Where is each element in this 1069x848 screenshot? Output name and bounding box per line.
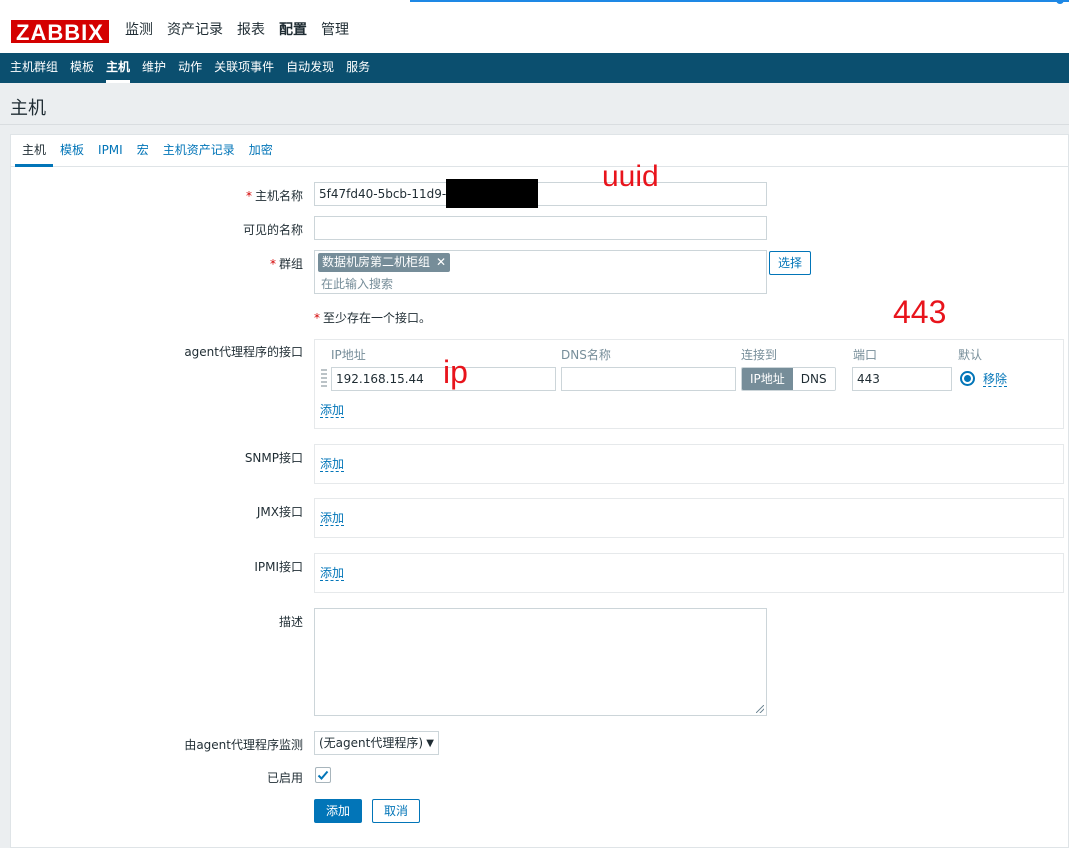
subnav-services[interactable]: 服务 [340,53,376,83]
agent-interface-label: agent代理程序的接口 [184,345,303,359]
required-marker: * [314,311,320,325]
description-label: 描述 [278,615,303,629]
groups-multiselect[interactable]: 数据机房第二机柜组 ✕ 在此输入搜索 [314,250,767,294]
default-interface-radio[interactable] [960,371,975,386]
enabled-label: 已启用 [266,771,303,785]
visible-name-label: 可见的名称 [242,223,303,237]
add-snmp-interface-link[interactable]: 添加 [320,457,345,472]
add-button[interactable]: 添加 [314,799,362,823]
remove-chip-icon[interactable]: ✕ [436,255,446,269]
groups-search-placeholder[interactable]: 在此输入搜索 [321,275,393,292]
browser-address-underline [410,0,1069,2]
tab-macros[interactable]: 宏 [130,135,156,166]
annotation-port: 443 [893,294,947,330]
tab-templates[interactable]: 模板 [53,135,91,166]
col-default-header: 默认 [958,348,983,362]
host-name-input[interactable]: 5f47fd40-5bcb-11d9-a905 [314,182,767,206]
required-marker: * [269,257,276,271]
visible-name-input[interactable] [314,216,767,240]
main-menu-monitoring[interactable]: 监测 [118,6,160,53]
remove-interface-link[interactable]: 移除 [983,372,1008,387]
title-divider [0,124,1069,125]
add-jmx-interface-link[interactable]: 添加 [320,511,345,526]
tab-ipmi[interactable]: IPMI [91,135,130,166]
enabled-checkbox[interactable] [315,767,331,783]
connect-to-toggle: IP地址 DNS [741,367,836,391]
interface-port-input[interactable]: 443 [852,367,952,391]
main-menu-configuration[interactable]: 配置 [272,6,314,53]
redaction-box [446,179,538,208]
connect-ip-option[interactable]: IP地址 [742,368,793,390]
proxy-select[interactable]: (无agent代理程序) ▼ [314,731,439,755]
checkmark-icon [317,770,329,780]
tab-host[interactable]: 主机 [15,135,54,167]
subnav-hosts[interactable]: 主机 [100,53,136,83]
group-chip: 数据机房第二机柜组 ✕ [318,253,451,272]
proxy-label: 由agent代理程序监测 [184,738,303,752]
zabbix-logo[interactable]: ZABBIX [10,19,110,45]
connect-dns-option[interactable]: DNS [792,368,835,390]
tab-inventory[interactable]: 主机资产记录 [156,135,242,166]
agent-interface-panel: IP地址 DNS名称 连接到 端口 默认 192.168.15.44 IP地址 … [314,339,1064,429]
interface-dns-input[interactable] [561,367,736,391]
sub-navigation: 主机群组 模板 主机 维护 动作 关联项事件 自动发现 服务 [0,53,1069,83]
main-menu-administration[interactable]: 管理 [314,6,356,53]
col-dns-header: DNS名称 [561,348,611,362]
host-name-label: * 主机名称 [245,189,303,203]
add-agent-interface-link[interactable]: 添加 [320,403,345,418]
main-menu: 监测 资产记录 报表 配置 管理 [118,6,356,53]
required-marker: * [245,189,252,203]
main-menu-reports[interactable]: 报表 [230,6,272,53]
ipmi-interface-label: IPMI接口 [254,560,303,574]
col-ip-header: IP地址 [331,348,366,362]
subnav-host-groups[interactable]: 主机群组 [4,53,64,83]
subnav-maintenance[interactable]: 维护 [136,53,172,83]
groups-label: * 群组 [269,257,303,271]
tab-encryption[interactable]: 加密 [242,135,280,166]
subnav-correlation[interactable]: 关联项事件 [208,53,280,83]
col-connect-header: 连接到 [741,348,778,362]
interface-required-note: * 至少存在一个接口。 [314,311,432,325]
col-port-header: 端口 [853,348,878,362]
snmp-interface-panel: 添加 [314,444,1064,484]
jmx-interface-label: JMX接口 [256,505,303,519]
cancel-button[interactable]: 取消 [372,799,420,823]
page-title: 主机 [10,98,46,119]
subnav-discovery[interactable]: 自动发现 [280,53,340,83]
jmx-interface-panel: 添加 [314,498,1064,538]
snmp-interface-label: SNMP接口 [244,451,303,465]
browser-indicator [1056,0,1064,4]
drag-handle-icon[interactable] [321,369,327,389]
top-bar: ZABBIX 监测 资产记录 报表 配置 管理 [0,6,1069,53]
host-form-card: 主机 模板 IPMI 宏 主机资产记录 加密 * 主机名称 5f47fd40-5b… [10,134,1069,848]
resize-grip-icon[interactable] [756,705,764,713]
subnav-templates[interactable]: 模板 [64,53,100,83]
select-groups-button[interactable]: 选择 [769,251,812,275]
annotation-uuid: uuid [602,160,659,193]
annotation-ip: ip [443,354,468,390]
main-menu-inventory[interactable]: 资产记录 [160,6,230,53]
form-tabs: 主机 模板 IPMI 宏 主机资产记录 加密 [11,135,1068,167]
add-ipmi-interface-link[interactable]: 添加 [320,566,345,581]
chevron-down-icon: ▼ [426,738,434,749]
ipmi-interface-panel: 添加 [314,553,1064,593]
description-textarea[interactable] [314,608,767,716]
subnav-actions[interactable]: 动作 [172,53,208,83]
